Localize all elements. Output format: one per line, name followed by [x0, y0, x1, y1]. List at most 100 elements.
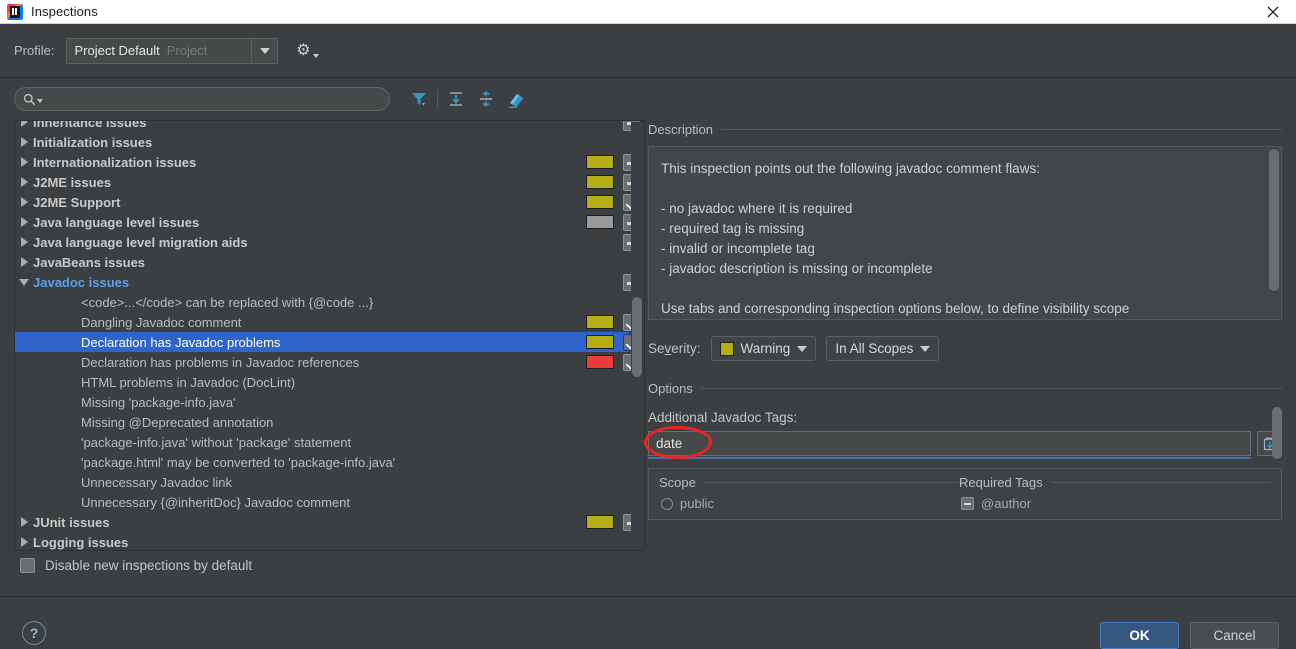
search-input[interactable] [43, 92, 389, 106]
section-divider [1050, 482, 1271, 483]
tree-expander[interactable] [15, 137, 33, 147]
tree-row[interactable]: Declaration has Javadoc problems [15, 332, 640, 352]
tree-row[interactable]: 'package-info.java' without 'package' st… [15, 432, 629, 452]
tree-row[interactable]: Missing 'package-info.java' [15, 392, 629, 412]
expand-all-button[interactable] [441, 85, 471, 113]
tree-row-label: <code>...</code> can be replaced with {@… [81, 294, 374, 310]
required-tag-label: @author [981, 496, 1032, 511]
description-scrollbar[interactable] [1269, 149, 1279, 319]
close-icon [1267, 6, 1279, 18]
radio-button-icon[interactable] [661, 497, 673, 510]
section-divider [721, 128, 1282, 130]
tree-row[interactable]: J2ME Support [15, 192, 640, 212]
tree-row[interactable]: Java language level migration aids [15, 232, 640, 252]
tree-row[interactable]: JUnit issues [15, 512, 640, 532]
tree-row-label: Inheritance issues [33, 120, 147, 130]
additional-tags-input[interactable] [648, 431, 1251, 456]
chevron-down-icon [259, 47, 270, 54]
tree-row-label: Missing 'package-info.java' [81, 394, 236, 410]
profile-combobox[interactable]: Project Default Project [66, 37, 279, 64]
profile-selected-value: Project Default [74, 43, 160, 58]
cancel-button[interactable]: Cancel [1190, 622, 1279, 649]
tree-row[interactable]: Java language level issues [15, 212, 640, 232]
chevron-down-icon [19, 278, 29, 286]
tree-row-label: Missing @Deprecated annotation [81, 414, 274, 430]
chevron-down-icon [920, 345, 931, 352]
description-box[interactable]: This inspection points out the following… [648, 146, 1282, 320]
filter-button[interactable] [404, 85, 434, 113]
disable-new-inspections-row[interactable]: Disable new inspections by default [20, 558, 252, 573]
help-button[interactable]: ? [22, 621, 46, 645]
profile-dropdown-arrow[interactable] [251, 38, 277, 63]
tree-row[interactable]: Javadoc issues [15, 272, 640, 292]
disable-new-inspections-checkbox[interactable] [20, 558, 35, 573]
tree-expander[interactable] [15, 197, 33, 207]
tree-expander[interactable] [15, 537, 33, 547]
tree-row[interactable]: HTML problems in Javadoc (DocLint) [15, 372, 629, 392]
additional-tags-row [644, 426, 1282, 459]
tree-row[interactable]: Inheritance issues [15, 120, 640, 132]
tree-expander[interactable] [15, 237, 33, 247]
tree-row[interactable]: Declaration has problems in Javadoc refe… [15, 352, 640, 372]
tree-row-label: Dangling Javadoc comment [81, 314, 242, 330]
severity-swatch [586, 315, 614, 329]
close-button[interactable] [1250, 0, 1296, 24]
tree-row-label: Logging issues [33, 534, 129, 550]
required-tag-cell[interactable]: @author [961, 496, 1031, 511]
reset-to-defaults-button[interactable] [501, 85, 531, 113]
inspection-details-panel: Description This inspection points out t… [644, 120, 1282, 551]
collapse-all-button[interactable] [471, 85, 501, 113]
tree-row[interactable]: Unnecessary {@inheritDoc} Javadoc commen… [15, 492, 629, 512]
severity-swatch [586, 195, 614, 209]
profile-settings-button[interactable]: ⚙ [294, 39, 320, 63]
tree-row[interactable]: J2ME issues [15, 172, 640, 192]
tree-expander[interactable] [15, 517, 33, 527]
tree-row[interactable]: Unnecessary Javadoc link [15, 472, 629, 492]
options-scrollbar-thumb[interactable] [1272, 407, 1282, 459]
ok-button[interactable]: OK [1100, 622, 1179, 649]
main-content: Inheritance issues Initialization issues I… [0, 120, 1296, 551]
chevron-right-icon [20, 157, 28, 167]
tree-row[interactable]: Logging issues [15, 532, 629, 550]
tree-expander[interactable] [15, 157, 33, 167]
tree-scrollbar[interactable] [631, 122, 643, 550]
description-text: This inspection points out the following… [661, 161, 1130, 316]
tree-row-label: Declaration has problems in Javadoc refe… [81, 354, 360, 370]
severity-swatch [586, 155, 614, 169]
tree-row[interactable]: JavaBeans issues [15, 252, 629, 272]
gear-icon: ⚙ [296, 41, 311, 59]
checkbox-icon[interactable] [961, 497, 974, 510]
window-title: Inspections [31, 4, 98, 19]
tree-row[interactable]: <code>...</code> can be replaced with {@… [15, 292, 629, 312]
inspections-tree-panel[interactable]: Inheritance issues Initialization issues I… [14, 120, 645, 551]
options-section: Options Additional Javadoc Tags: date Sc… [644, 379, 1282, 520]
tree-expander[interactable] [15, 121, 33, 127]
tree-row[interactable]: Dangling Javadoc comment [15, 312, 640, 332]
tree-row[interactable]: Internationalization issues [15, 152, 640, 172]
description-scrollbar-thumb[interactable] [1269, 149, 1279, 291]
tree-expander[interactable] [15, 177, 33, 187]
tree-expander[interactable] [15, 278, 33, 286]
disable-new-inspections-label: Disable new inspections by default [45, 558, 253, 573]
scope-required-tags-table[interactable]: Scope Required Tags public @author [648, 468, 1282, 520]
additional-tags-label: Additional Javadoc Tags: [648, 410, 798, 425]
tree-expander[interactable] [15, 217, 33, 227]
chevron-right-icon [20, 137, 28, 147]
scope-cell[interactable]: public [661, 496, 961, 511]
chevron-right-icon [20, 517, 28, 527]
tree-expander[interactable] [15, 257, 33, 267]
tree-scrollbar-thumb[interactable] [632, 297, 642, 377]
title-bar: Inspections [0, 0, 1296, 24]
cancel-button-label: Cancel [1213, 628, 1256, 643]
description-resize-grip[interactable]: :::: [958, 310, 972, 319]
search-field[interactable] [14, 87, 390, 111]
severity-combobox[interactable]: Warning [710, 336, 817, 361]
tree-row[interactable]: 'package.html' may be converted to 'pack… [15, 452, 629, 472]
options-scrollbar[interactable] [1272, 407, 1282, 557]
tree-row[interactable]: Missing @Deprecated annotation [15, 412, 629, 432]
options-section-header: Options [648, 379, 1282, 397]
tree-row[interactable]: Initialization issues [15, 132, 629, 152]
severity-scope-combobox[interactable]: In All Scopes [826, 336, 940, 361]
table-row[interactable]: public @author [649, 490, 1281, 511]
tree-row-label: 'package-info.java' without 'package' st… [81, 434, 352, 450]
